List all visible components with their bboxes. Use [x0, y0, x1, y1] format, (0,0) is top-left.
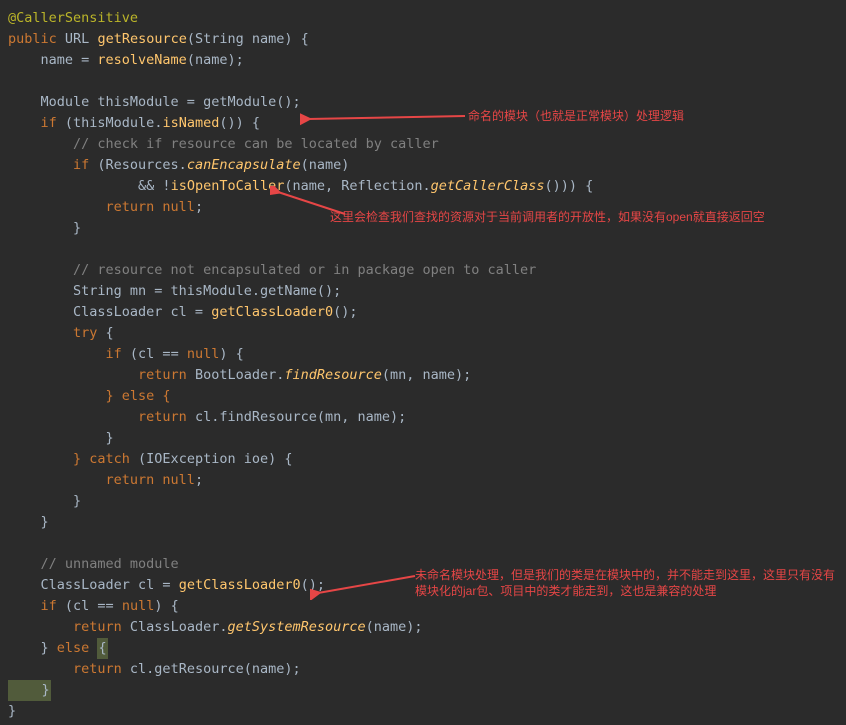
annotation-check-open: 这里会检查我们查找的资源对于当前调用者的开放性，如果没有open就直接返回空 [330, 209, 830, 225]
annotation-named-module: 命名的模块（也就是正常模块）处理逻辑 [468, 108, 684, 124]
code-line: @CallerSensitive [8, 10, 138, 26]
code-block: @CallerSensitive public URL getResource(… [8, 8, 838, 722]
annotation-unnamed-module: 未命名模块处理，但是我们的类是在模块中的，并不能走到这里，这里只有没有模块化的j… [415, 567, 835, 599]
